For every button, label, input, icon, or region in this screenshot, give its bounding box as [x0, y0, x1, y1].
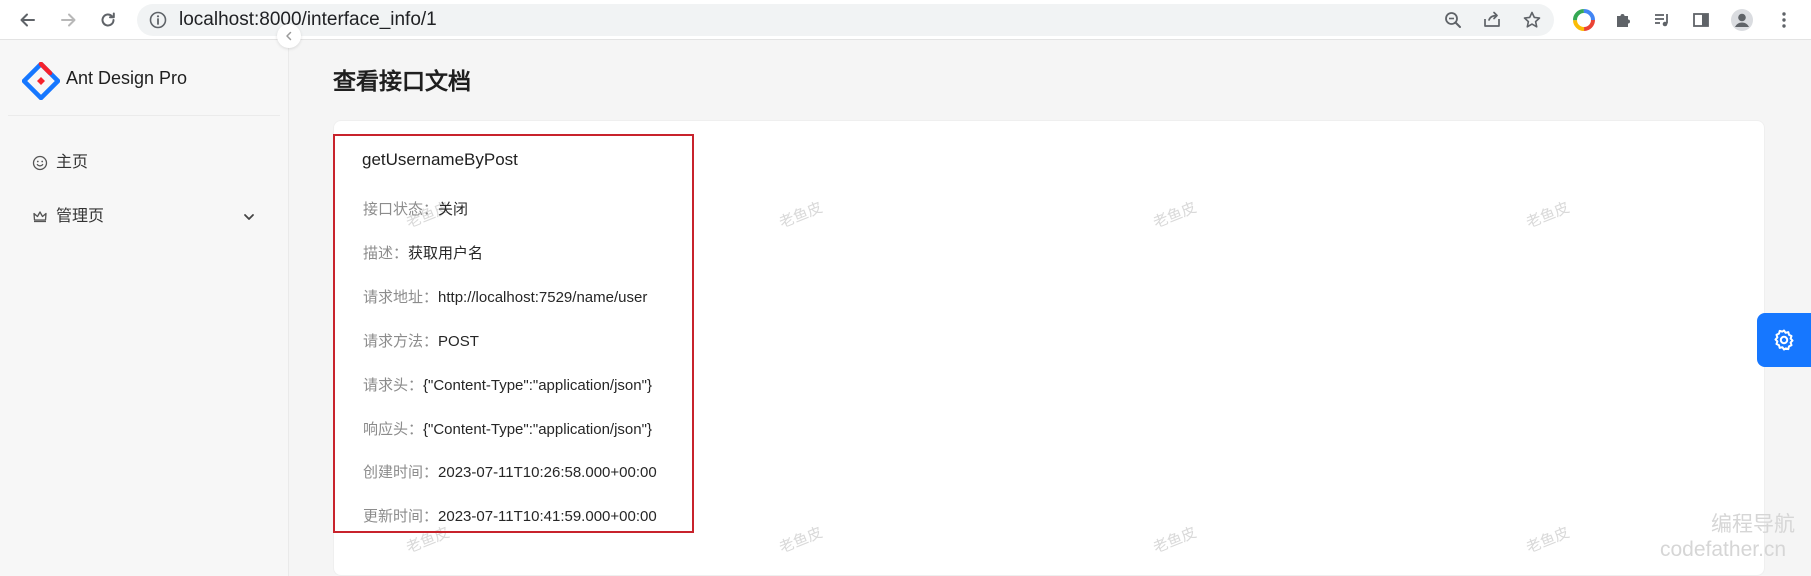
watermark: 老鱼皮 [1150, 199, 1199, 232]
sidebar-item-label: 主页 [56, 154, 89, 171]
sidebar: Ant Design Pro 主页 管理页 [0, 40, 289, 576]
detail-key: 描述： [363, 245, 409, 262]
detail-key: 请求地址： [363, 289, 439, 306]
detail-value: http://localhost:7529/name/user [438, 289, 648, 306]
back-button[interactable] [16, 8, 40, 32]
page-title: 查看接口文档 [333, 68, 471, 94]
profile-icon [1731, 9, 1753, 31]
media-queue-icon [1655, 14, 1668, 27]
detail-status: 接口状态：关闭 [363, 199, 468, 221]
kebab-menu-icon [1782, 12, 1786, 28]
forward-button[interactable] [56, 8, 80, 32]
detail-value: {"Content-Type":"application/json"} [423, 421, 652, 438]
chevron-down-icon[interactable] [242, 210, 256, 224]
arrow-right-icon [61, 13, 76, 27]
share-button[interactable] [1482, 10, 1502, 30]
reload-icon [101, 12, 115, 27]
corner-watermark-title: 编程导航 [1711, 513, 1795, 536]
url-text[interactable]: localhost:8000/interface_info/1 [179, 4, 437, 36]
sidebar-divider [8, 115, 280, 116]
address-bar[interactable]: localhost:8000/interface_info/1 [137, 4, 1554, 36]
browser-menu-button[interactable] [1772, 8, 1796, 32]
profile-button[interactable] [1730, 8, 1754, 32]
corner-watermark-site: codefather.cn [1660, 538, 1787, 561]
settings-drawer-button[interactable] [1757, 313, 1811, 367]
watermark: 老鱼皮 [1523, 524, 1572, 557]
watermark: 老鱼皮 [776, 199, 825, 232]
star-icon [1523, 11, 1541, 28]
watermark: 老鱼皮 [1150, 524, 1199, 557]
extensions-button[interactable] [1611, 8, 1635, 32]
detail-value: 关闭 [438, 201, 469, 218]
share-icon [1484, 11, 1500, 27]
detail-method: 请求方法：POST [363, 331, 479, 353]
arrow-left-icon [20, 13, 35, 27]
detail-response-header: 响应头：{"Content-Type":"application/json"} [363, 419, 652, 441]
detail-key: 请求方法： [363, 333, 439, 350]
chevron-left-icon [286, 31, 292, 41]
detail-url: 请求地址：http://localhost:7529/name/user [363, 287, 647, 309]
extension-color-button[interactable] [1572, 8, 1596, 32]
sidebar-item-label: 管理页 [56, 208, 105, 225]
detail-key: 接口状态： [363, 201, 439, 218]
sidebar-item-admin[interactable]: 管理页 [8, 197, 280, 237]
watermark: 老鱼皮 [776, 524, 825, 557]
detail-description: 描述：获取用户名 [363, 243, 483, 265]
detail-value: 2023-07-11T10:26:58.000+00:00 [438, 464, 657, 481]
crown-icon [32, 209, 48, 225]
detail-create-time: 创建时间：2023-07-11T10:26:58.000+00:00 [363, 462, 657, 484]
zoom-icon [1445, 12, 1461, 28]
site-info-button[interactable] [149, 11, 167, 29]
detail-key: 创建时间： [363, 464, 439, 481]
detail-value: 2023-07-11T10:41:59.000+00:00 [438, 508, 657, 525]
gear-icon [1774, 329, 1794, 351]
detail-request-header: 请求头：{"Content-Type":"application/json"} [363, 375, 652, 397]
smile-icon [32, 155, 48, 171]
color-wheel-icon [1573, 9, 1595, 31]
info-icon [149, 11, 167, 29]
sidebar-item-home[interactable]: 主页 [8, 143, 280, 183]
side-panel-icon [1693, 13, 1709, 27]
reload-button[interactable] [96, 8, 120, 32]
browser-toolbar: localhost:8000/interface_info/1 [0, 0, 1811, 40]
detail-key: 请求头： [363, 377, 424, 394]
watermark: 老鱼皮 [1523, 199, 1572, 232]
detail-key: 响应头： [363, 421, 424, 438]
api-name: getUsernameByPost [362, 150, 518, 169]
detail-key: 更新时间： [363, 508, 439, 525]
app-title[interactable]: Ant Design Pro [66, 68, 187, 89]
detail-value: {"Content-Type":"application/json"} [423, 377, 652, 394]
detail-value: 获取用户名 [408, 245, 484, 262]
ant-design-logo[interactable] [22, 62, 60, 100]
zoom-button[interactable] [1443, 10, 1463, 30]
bookmark-button[interactable] [1522, 10, 1542, 30]
detail-update-time: 更新时间：2023-07-11T10:41:59.000+00:00 [363, 506, 657, 528]
sidebar-collapse-button[interactable] [277, 24, 301, 48]
side-panel-button[interactable] [1689, 8, 1713, 32]
detail-value: POST [438, 333, 479, 350]
puzzle-icon [1617, 14, 1630, 27]
media-button[interactable] [1650, 8, 1674, 32]
